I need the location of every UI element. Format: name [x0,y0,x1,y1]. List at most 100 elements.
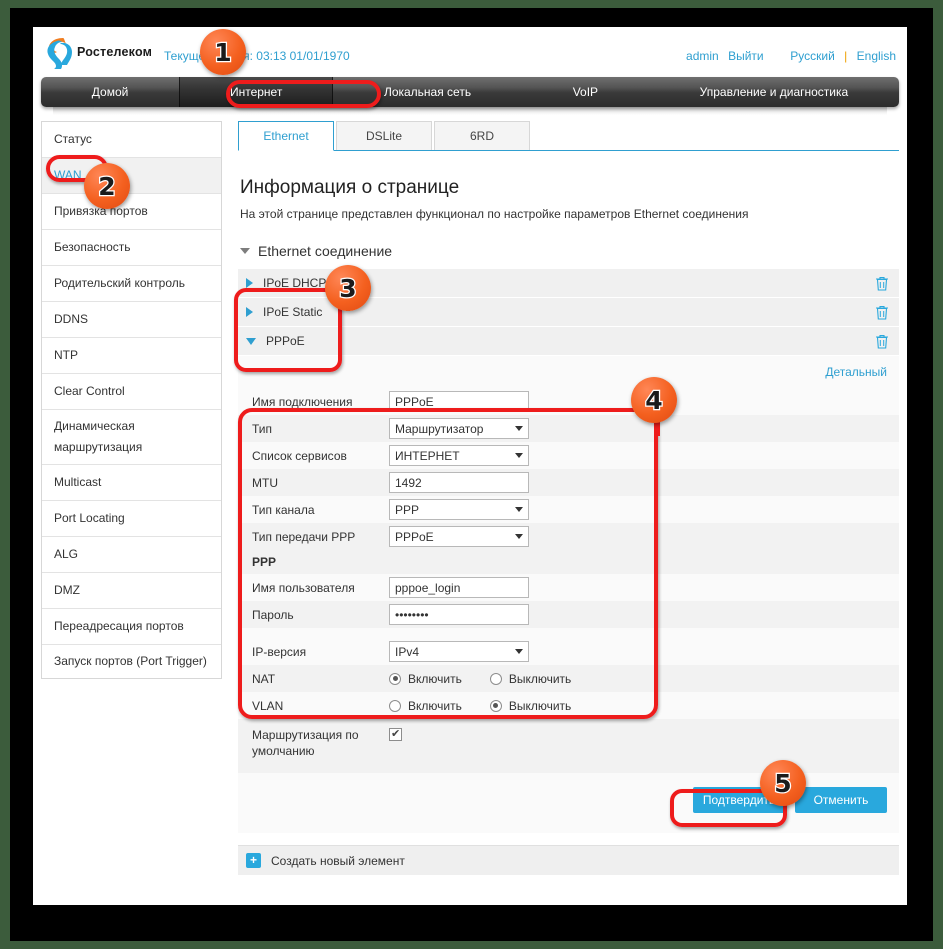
sidebar-item-label: Статус [54,132,92,146]
vlan-enable-label: Включить [408,698,462,713]
field-label: Имя пользователя [252,580,355,595]
page-description: На этой странице представлен функционал … [240,207,749,221]
service-list-select-value: ИНТЕРНЕТ [395,448,460,463]
confirm-button[interactable]: Подтвердить [693,787,785,813]
sidebar-item-label: DDNS [54,312,89,326]
lang-en-link[interactable]: English [857,49,896,63]
section-title: Ethernet соединение [258,243,393,259]
channel-type-select[interactable]: PPP [389,499,529,520]
type-select[interactable]: Маршрутизатор [389,418,529,439]
vlan-enable-radio[interactable] [389,699,401,712]
nat-disable-label: Выключить [508,671,572,686]
trash-icon[interactable] [875,334,889,349]
field-password: Пароль [238,601,899,628]
sidebar-item-ddns[interactable]: DDNS [42,302,221,338]
cancel-button[interactable]: Отменить [795,787,887,813]
main-panel: Ethernet DSLite 6RD Информация о страниц… [222,121,899,875]
ppp-transfer-type-select[interactable]: PPPoE [389,526,529,547]
field-label: Пароль [252,607,294,622]
service-list-select[interactable]: ИНТЕРНЕТ [389,445,529,466]
tab-bar-filler [532,121,897,150]
brand-logo: Ростелеком [43,35,152,69]
field-service-list: Список сервисов ИНТЕРНЕТ [238,442,899,469]
sidebar-item-parental-control[interactable]: Родительский контроль [42,266,221,302]
field-label: NAT [252,671,276,686]
current-time-label: Текущее время: 03:13 01/01/1970 [164,49,350,63]
tab-ethernet[interactable]: Ethernet [238,121,334,151]
trash-icon[interactable] [875,305,889,320]
nat-disable-radio[interactable] [489,672,502,685]
chevron-down-icon [515,426,523,431]
sidebar-item-multicast[interactable]: Multicast [42,465,221,501]
page-header: Ростелеком Текущее время: 03:13 01/01/19… [33,27,907,77]
trash-icon[interactable] [875,276,889,291]
tab-dslite[interactable]: DSLite [336,121,432,150]
tab-6rd[interactable]: 6RD [434,121,530,150]
form-spacer [238,628,899,638]
sidebar-item-security[interactable]: Безопасность [42,230,221,266]
plus-icon[interactable]: + [246,853,261,868]
sidebar-item-wan[interactable]: WAN [42,158,221,194]
sidebar-item-label: ALG [54,547,79,561]
nav-label: VoIP [572,85,599,99]
channel-type-select-value: PPP [395,502,420,517]
sidebar: Статус WAN Привязка портов Безопасность … [41,121,222,679]
sidebar-item-label: Безопасность [54,240,131,254]
ip-version-select-value: IPv4 [395,644,420,659]
create-new-bar[interactable]: + Создать новый элемент [238,845,899,875]
connection-name: PPPoE [266,334,305,348]
sidebar-item-label: Родительский контроль [54,276,185,290]
sidebar-item-label: Динамическая маршрутизация [54,419,143,454]
username-link[interactable]: admin [686,49,719,63]
section-header-ethernet-connection[interactable]: Ethernet соединение [240,243,899,259]
sidebar-item-alg[interactable]: ALG [42,537,221,573]
field-mtu: MTU [238,469,899,496]
lang-ru-link[interactable]: Русский [790,49,835,63]
sidebar-item-label: DMZ [54,583,80,597]
field-type: Тип Маршрутизатор [238,415,899,442]
nav-item-internet[interactable]: Интернет [179,77,334,107]
sidebar-item-clear-control[interactable]: Clear Control [42,374,221,410]
rostelecom-logo-icon [43,35,73,69]
nav-label: Управление и диагностика [699,85,849,99]
sidebar-item-status[interactable]: Статус [42,122,221,158]
field-label: Маршрутизация по умолчанию [252,728,359,758]
connection-row-ipoe-dhcp[interactable]: IPoE DHCP [238,269,899,298]
nat-enable-label: Включить [408,671,462,686]
pppoe-settings-form: Имя подключения Тип Маршрутизатор [238,388,899,833]
sidebar-item-port-locating[interactable]: Port Locating [42,501,221,537]
form-actions: Подтвердить Отменить [238,773,899,829]
mtu-input[interactable] [389,472,529,493]
chevron-down-icon [515,453,523,458]
page-title: Информация о странице [240,177,460,198]
nav-item-voip[interactable]: VoIP [522,77,649,107]
connection-row-pppoe[interactable]: PPPoE [238,327,899,356]
vlan-disable-label: Выключить [508,698,572,713]
sidebar-item-dmz[interactable]: DMZ [42,573,221,609]
vlan-disable-radio[interactable] [489,699,502,712]
connection-row-ipoe-static[interactable]: IPoE Static [238,298,899,327]
password-input[interactable] [389,604,529,625]
field-label: MTU [252,475,278,490]
sidebar-item-port-trigger[interactable]: Запуск портов (Port Trigger) [42,645,221,678]
sidebar-item-port-forwarding[interactable]: Переадресация портов [42,609,221,645]
nav-item-management[interactable]: Управление и диагностика [649,77,899,107]
router-admin-page: Ростелеком Текущее время: 03:13 01/01/19… [33,27,907,905]
sidebar-item-ntp[interactable]: NTP [42,338,221,374]
nav-item-home[interactable]: Домой [41,77,179,107]
detailed-view-link[interactable]: Детальный [825,365,887,379]
sidebar-item-port-binding[interactable]: Привязка портов [42,194,221,230]
header-account-bar: admin Выйти Русский | English [683,49,899,63]
nav-item-lan[interactable]: Локальная сеть [333,77,522,107]
sidebar-item-label: Переадресация портов [54,619,184,633]
chevron-down-icon [246,337,256,345]
chevron-down-icon [240,248,250,254]
connection-name-input[interactable] [389,391,529,412]
sidebar-item-label: WAN [54,168,82,182]
default-route-checkbox[interactable] [389,727,402,741]
ip-version-select[interactable]: IPv4 [389,641,529,662]
nat-enable-radio[interactable] [389,672,401,685]
username-input[interactable] [389,577,529,598]
logout-link[interactable]: Выйти [728,49,764,63]
sidebar-item-dynamic-routing[interactable]: Динамическая маршрутизация [42,410,221,465]
